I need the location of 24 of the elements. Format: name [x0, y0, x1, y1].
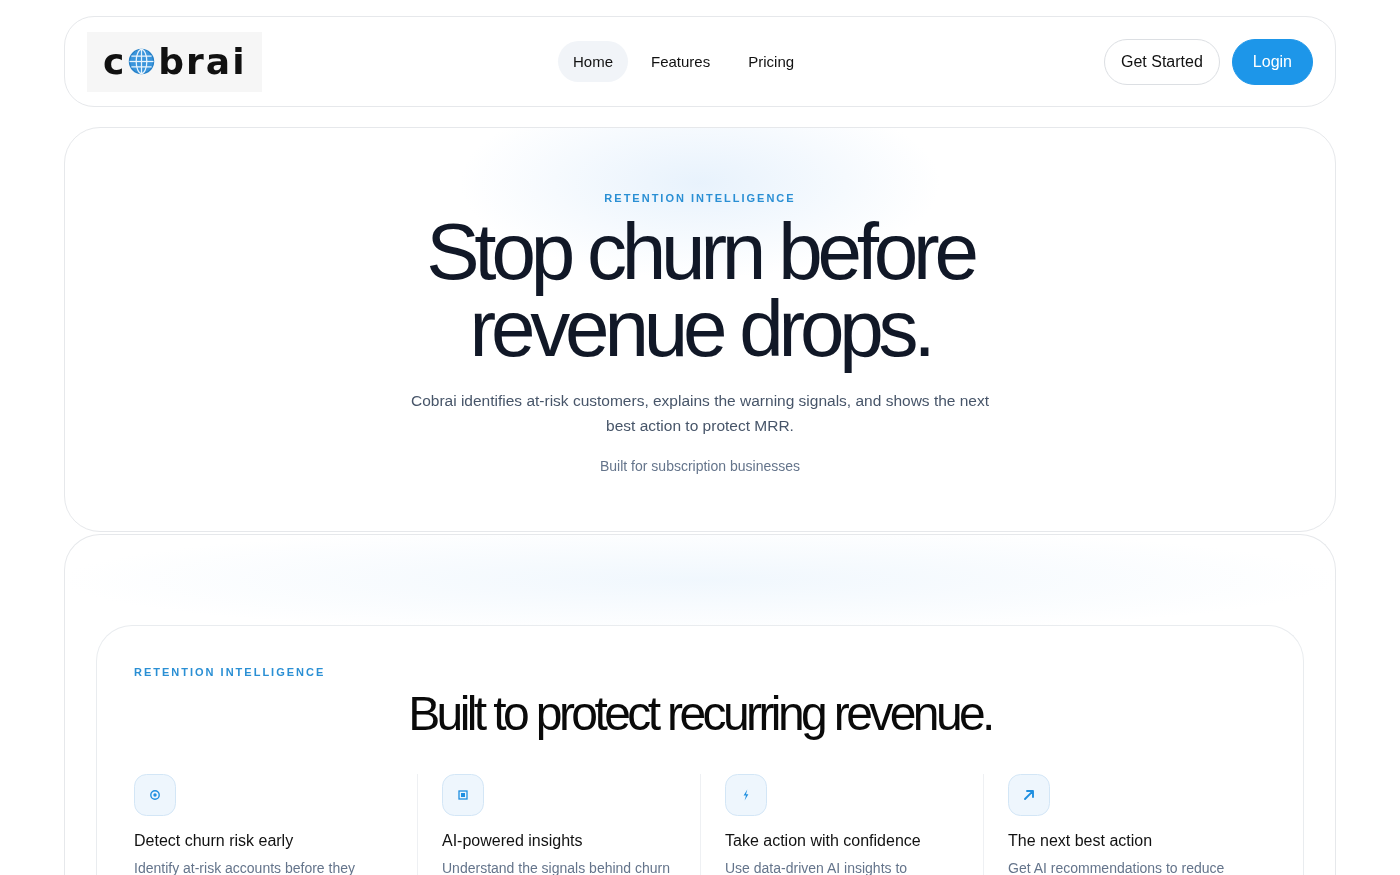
chip-icon	[442, 774, 484, 816]
lightning-icon	[725, 774, 767, 816]
nav-link[interactable]: Home	[558, 41, 628, 82]
logo-text: c	[103, 41, 127, 82]
logo-text: brai	[158, 41, 247, 82]
nav-link[interactable]: Pricing	[733, 41, 810, 82]
feature-description: Identify at-risk accounts before they	[134, 860, 356, 875]
get-started-button[interactable]: Get Started	[1104, 38, 1220, 85]
nav-link[interactable]: Features	[636, 41, 726, 82]
globe-icon	[128, 48, 156, 75]
feature-title: Take action with confidence	[725, 831, 922, 851]
hero-description: Cobrai identifies at-risk customers, explains the warning signals, and shows the next best action to protect MRR.	[409, 391, 991, 436]
hero-heading: Stop churn before revenue drops.	[425, 211, 976, 375]
feature-title: The next best action	[1008, 831, 1154, 851]
eyebrow-label: RETENTION INTELLIGENCE	[603, 191, 797, 206]
target-icon	[134, 774, 176, 816]
feature-description: Get AI recommendations to reduce	[1008, 860, 1226, 875]
section-heading: Built to protect recurring revenue.	[407, 687, 993, 741]
feature-title: Detect churn risk early	[134, 831, 295, 851]
hero-note: Built for subscription businesses	[599, 457, 801, 476]
feature-description: Understand the signals behind churn	[442, 860, 672, 875]
feature-title: AI-powered insights	[442, 831, 584, 851]
eyebrow-label: RETENTION INTELLIGENCE	[134, 665, 327, 680]
feature-description: Use data-driven AI insights to	[725, 860, 909, 875]
